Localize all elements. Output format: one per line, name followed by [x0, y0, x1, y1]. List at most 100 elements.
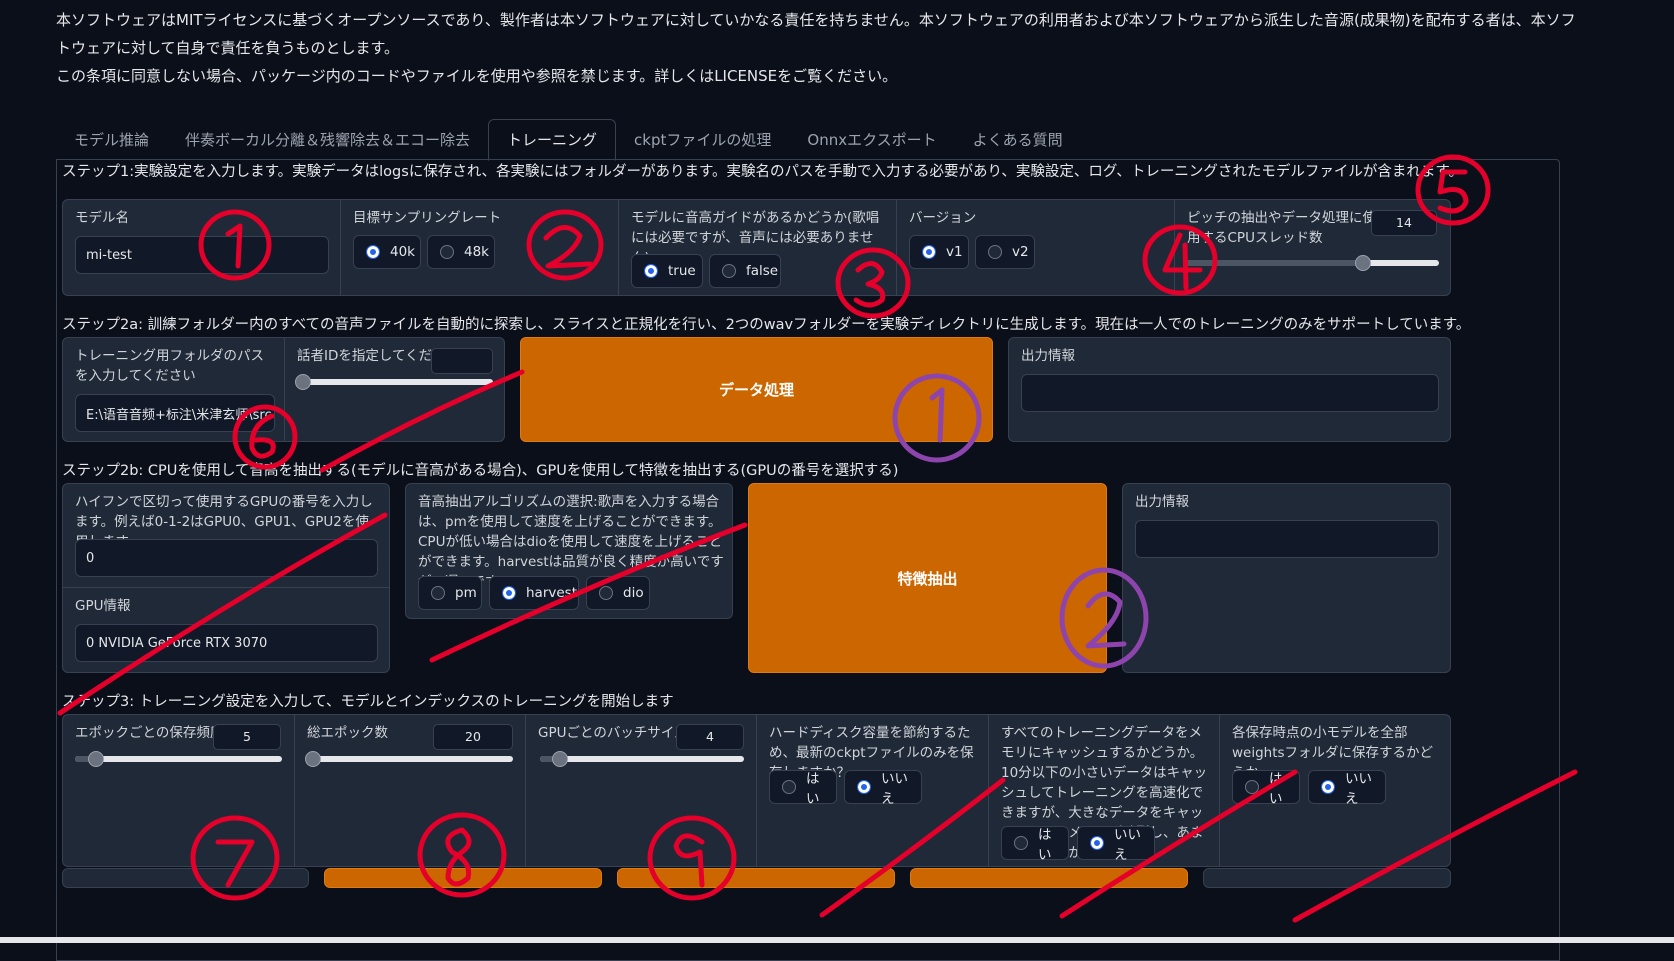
output-info-textbox[interactable] [1021, 374, 1439, 412]
slider-thumb[interactable] [1355, 255, 1372, 271]
tab-onnx-export[interactable]: Onnxエクスポート [789, 120, 954, 160]
tab-faq[interactable]: よくある質問 [955, 120, 1081, 160]
gpu-info-label: GPU情報 [75, 598, 131, 614]
step2b-title: ステップ2b: CPUを使用して音高を抽出する(モデルに音高がある場合)、GPU… [62, 463, 899, 479]
radio-selected-icon [502, 586, 516, 600]
radio-label: はい [1038, 827, 1052, 863]
tab-training[interactable]: トレーニング [488, 119, 617, 161]
window-bottom-edge [0, 937, 1674, 943]
model-name-input[interactable]: mi-test [75, 236, 329, 274]
output-info-label: 出力情報 [1135, 494, 1189, 510]
latest-ckpt-group: ハードディスク容量を節約するため、最新のckptファイルのみを保存しますか？ は… [756, 715, 988, 866]
partial-panel-left [62, 868, 309, 888]
main-tabs: モデル推論 伴奏ボーカル分離＆残響除去＆エコー除去 トレーニング ckptファイ… [56, 119, 1081, 161]
pitch-algo-group: 音高抽出アルゴリズムの選択:歌声を入力する場合は、pmを使用して速度を上げること… [405, 483, 733, 619]
radio-selected-icon [644, 264, 658, 278]
radio-unselected-icon [782, 780, 796, 794]
radio-label: true [668, 263, 696, 279]
pitch-guide-false-radio[interactable]: false [709, 254, 781, 288]
radio-label: 40k [390, 244, 415, 260]
cache-data-no-radio[interactable]: いいえ [1077, 826, 1155, 863]
license-notice: 本ソフトウェアはMITライセンスに基づくオープンソースであり、製作者は本ソフトウ… [56, 6, 1576, 90]
step2a-inputs: トレーニング用フォルダのパスを入力してください E:\语音音频+标注\米津玄师\… [62, 337, 505, 442]
step1-title: ステップ1:実験設定を入力します。実験データはlogsに保存され、各実験にはフォ… [62, 164, 1463, 180]
step3-title: ステップ3: トレーニング設定を入力して、モデルとインデックスのトレーニングを開… [62, 694, 674, 710]
total-epoch-label: 総エポック数 [307, 725, 388, 741]
train-folder-label: トレーニング用フォルダのパスを入力してください [75, 348, 264, 384]
speaker-id-slider[interactable] [295, 374, 493, 390]
latest-ckpt-no-radio[interactable]: いいえ [844, 770, 922, 807]
radio-label: v1 [946, 244, 963, 260]
sample-rate-group: 目標サンプリングレート 40k 48k [340, 200, 618, 295]
train-folder-input[interactable]: E:\语音音频+标注\米津玄师\src [75, 394, 275, 432]
radio-unselected-icon [988, 245, 1002, 259]
radio-selected-icon [857, 780, 871, 794]
tab-vocal-separation[interactable]: 伴奏ボーカル分離＆残響除去＆エコー除去 [167, 120, 488, 160]
algo-dio-radio[interactable]: dio [586, 576, 650, 610]
license-notice-line1: 本ソフトウェアはMITライセンスに基づくオープンソースであり、製作者は本ソフトウ… [56, 11, 1576, 57]
output-info-textbox[interactable] [1135, 520, 1439, 558]
radio-label: false [746, 263, 779, 279]
radio-unselected-icon [722, 264, 736, 278]
save-freq-label: エポックごとの保存頻度 [75, 725, 224, 741]
slider-thumb[interactable] [295, 374, 311, 390]
gpu-info-textbox[interactable]: 0 NVIDIA GeForce RTX 3070 [75, 624, 378, 662]
slider-thumb[interactable] [552, 751, 569, 767]
latest-ckpt-yes-radio[interactable]: はい [769, 770, 837, 807]
total-epoch-number[interactable]: 20 [433, 724, 513, 750]
feature-extract-button[interactable]: 特徴抽出 [748, 483, 1107, 673]
gpu-ids-input[interactable]: 0 [75, 539, 378, 577]
version-group: バージョン v1 v2 [896, 200, 1174, 295]
save-weights-no-radio[interactable]: いいえ [1308, 770, 1386, 807]
slider-thumb[interactable] [87, 751, 104, 767]
radio-unselected-icon [599, 586, 613, 600]
radio-unselected-icon [1014, 836, 1028, 850]
total-epoch-slider[interactable] [305, 751, 513, 767]
radio-label: v2 [1012, 244, 1029, 260]
step1-settings: モデル名 mi-test 目標サンプリングレート 40k 48k モデルに音高ガ… [62, 199, 1451, 296]
step2a-output: 出力情報 [1008, 337, 1451, 442]
speaker-id-number[interactable] [431, 348, 493, 374]
speaker-id-group: 話者IDを指定してください [284, 338, 504, 441]
version-label: バージョン [909, 210, 977, 226]
partial-button-2[interactable] [617, 868, 895, 888]
radio-label: いいえ [1114, 827, 1141, 863]
save-weights-yes-radio[interactable]: はい [1232, 770, 1300, 807]
step2b-output: 出力情報 [1122, 483, 1451, 673]
batch-size-slider[interactable] [540, 751, 744, 767]
slider-thumb[interactable] [305, 751, 322, 767]
gpu-settings-group: ハイフンで区切って使用するGPUの番号を入力します。例えば0-1-2はGPU0、… [62, 483, 390, 673]
cpu-threads-number[interactable]: 14 [1371, 210, 1437, 236]
radio-label: dio [623, 585, 644, 601]
sample-rate-48k-radio[interactable]: 48k [427, 235, 495, 269]
save-freq-group: エポックごとの保存頻度 5 [63, 715, 294, 866]
partial-button-3[interactable] [910, 868, 1188, 888]
radio-unselected-icon [431, 586, 445, 600]
radio-label: はい [1269, 771, 1283, 807]
cache-data-yes-radio[interactable]: はい [1001, 826, 1069, 863]
pitch-guide-true-radio[interactable]: true [631, 254, 703, 288]
radio-label: いいえ [881, 771, 908, 807]
save-weights-group: 各保存時点の小モデルを全部weightsフォルダに保存するかどうか はい いいえ [1219, 715, 1450, 866]
train-folder-group: トレーニング用フォルダのパスを入力してください E:\语音音频+标注\米津玄师\… [63, 338, 284, 441]
partial-panel-right [1203, 868, 1451, 888]
tab-model-inference[interactable]: モデル推論 [56, 120, 167, 160]
algo-harvest-radio[interactable]: harvest [489, 576, 579, 610]
pitch-guide-group: モデルに音高ガイドがあるかどうか(歌唱には必要ですが、音声には必要ありません) … [618, 200, 896, 295]
step3-settings: エポックごとの保存頻度 5 総エポック数 20 GPUごとのバッチサイズ 4 ハ… [62, 714, 1451, 867]
save-freq-number[interactable]: 5 [213, 724, 281, 750]
batch-size-number[interactable]: 4 [676, 724, 744, 750]
radio-selected-icon [1090, 836, 1104, 850]
radio-label: pm [455, 585, 477, 601]
version-v2-radio[interactable]: v2 [975, 235, 1035, 269]
save-freq-slider[interactable] [75, 751, 282, 767]
data-process-button[interactable]: データ処理 [520, 337, 993, 442]
radio-label: 48k [464, 244, 489, 260]
sample-rate-40k-radio[interactable]: 40k [353, 235, 421, 269]
version-v1-radio[interactable]: v1 [909, 235, 969, 269]
partial-button-1[interactable] [324, 868, 602, 888]
license-notice-line2: この条項に同意しない場合、パッケージ内のコードやファイルを使用や参照を禁じます。… [56, 67, 898, 85]
cpu-threads-slider[interactable] [1187, 255, 1439, 271]
algo-pm-radio[interactable]: pm [418, 576, 482, 610]
tab-ckpt-processing[interactable]: ckptファイルの処理 [616, 120, 789, 160]
